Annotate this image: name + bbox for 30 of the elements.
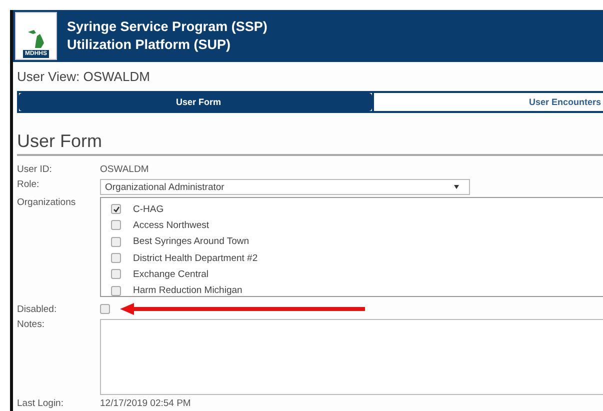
field-label: Organizations	[17, 197, 77, 208]
form-heading: User Form	[17, 131, 603, 156]
organization-name: Exchange Central	[133, 268, 209, 280]
view-title: User View: OSWALDM	[16, 68, 151, 86]
notes-field[interactable]	[100, 319, 603, 395]
field-label: Notes:	[17, 319, 46, 330]
organizations-list[interactable]: C-HAG Access Northwest Best Syringes Around Town District Health Department #2 Exchange Central Harm Reduction Michigan	[100, 197, 603, 297]
app-title: Syringe Service Program (SSP)	[67, 18, 268, 36]
organization-name: Best Syringes Around Town	[133, 236, 250, 248]
caret-icon	[454, 185, 459, 189]
checkbox[interactable]	[111, 269, 121, 280]
field-label: Role:	[17, 179, 40, 190]
field-label: Disabled:	[17, 304, 58, 314]
organization-name: District Health Department #2	[133, 252, 258, 264]
checkbox[interactable]	[111, 204, 121, 214]
organization-name: C-HAG	[133, 204, 164, 215]
field-label: Last Login:	[17, 398, 64, 409]
tab[interactable]: User Form	[19, 93, 372, 111]
organization-name: Harm Reduction Michigan	[133, 285, 242, 296]
field-label: User ID:	[17, 164, 53, 175]
last-login-value: 12/17/2019 02:54 PM	[100, 398, 191, 409]
tab[interactable]: User Encounters	[372, 93, 603, 111]
checkbox[interactable]	[111, 286, 121, 296]
role-select[interactable]: Organizational Administrator	[100, 179, 470, 195]
checkbox[interactable]	[111, 236, 121, 247]
checkbox[interactable]	[111, 253, 121, 264]
organization-name: Access Northwest	[133, 220, 210, 231]
user-id-value: OSWALDM	[100, 164, 149, 175]
checkbox[interactable]	[111, 220, 121, 230]
app-title: Utilization Platform (SUP)	[67, 36, 232, 54]
